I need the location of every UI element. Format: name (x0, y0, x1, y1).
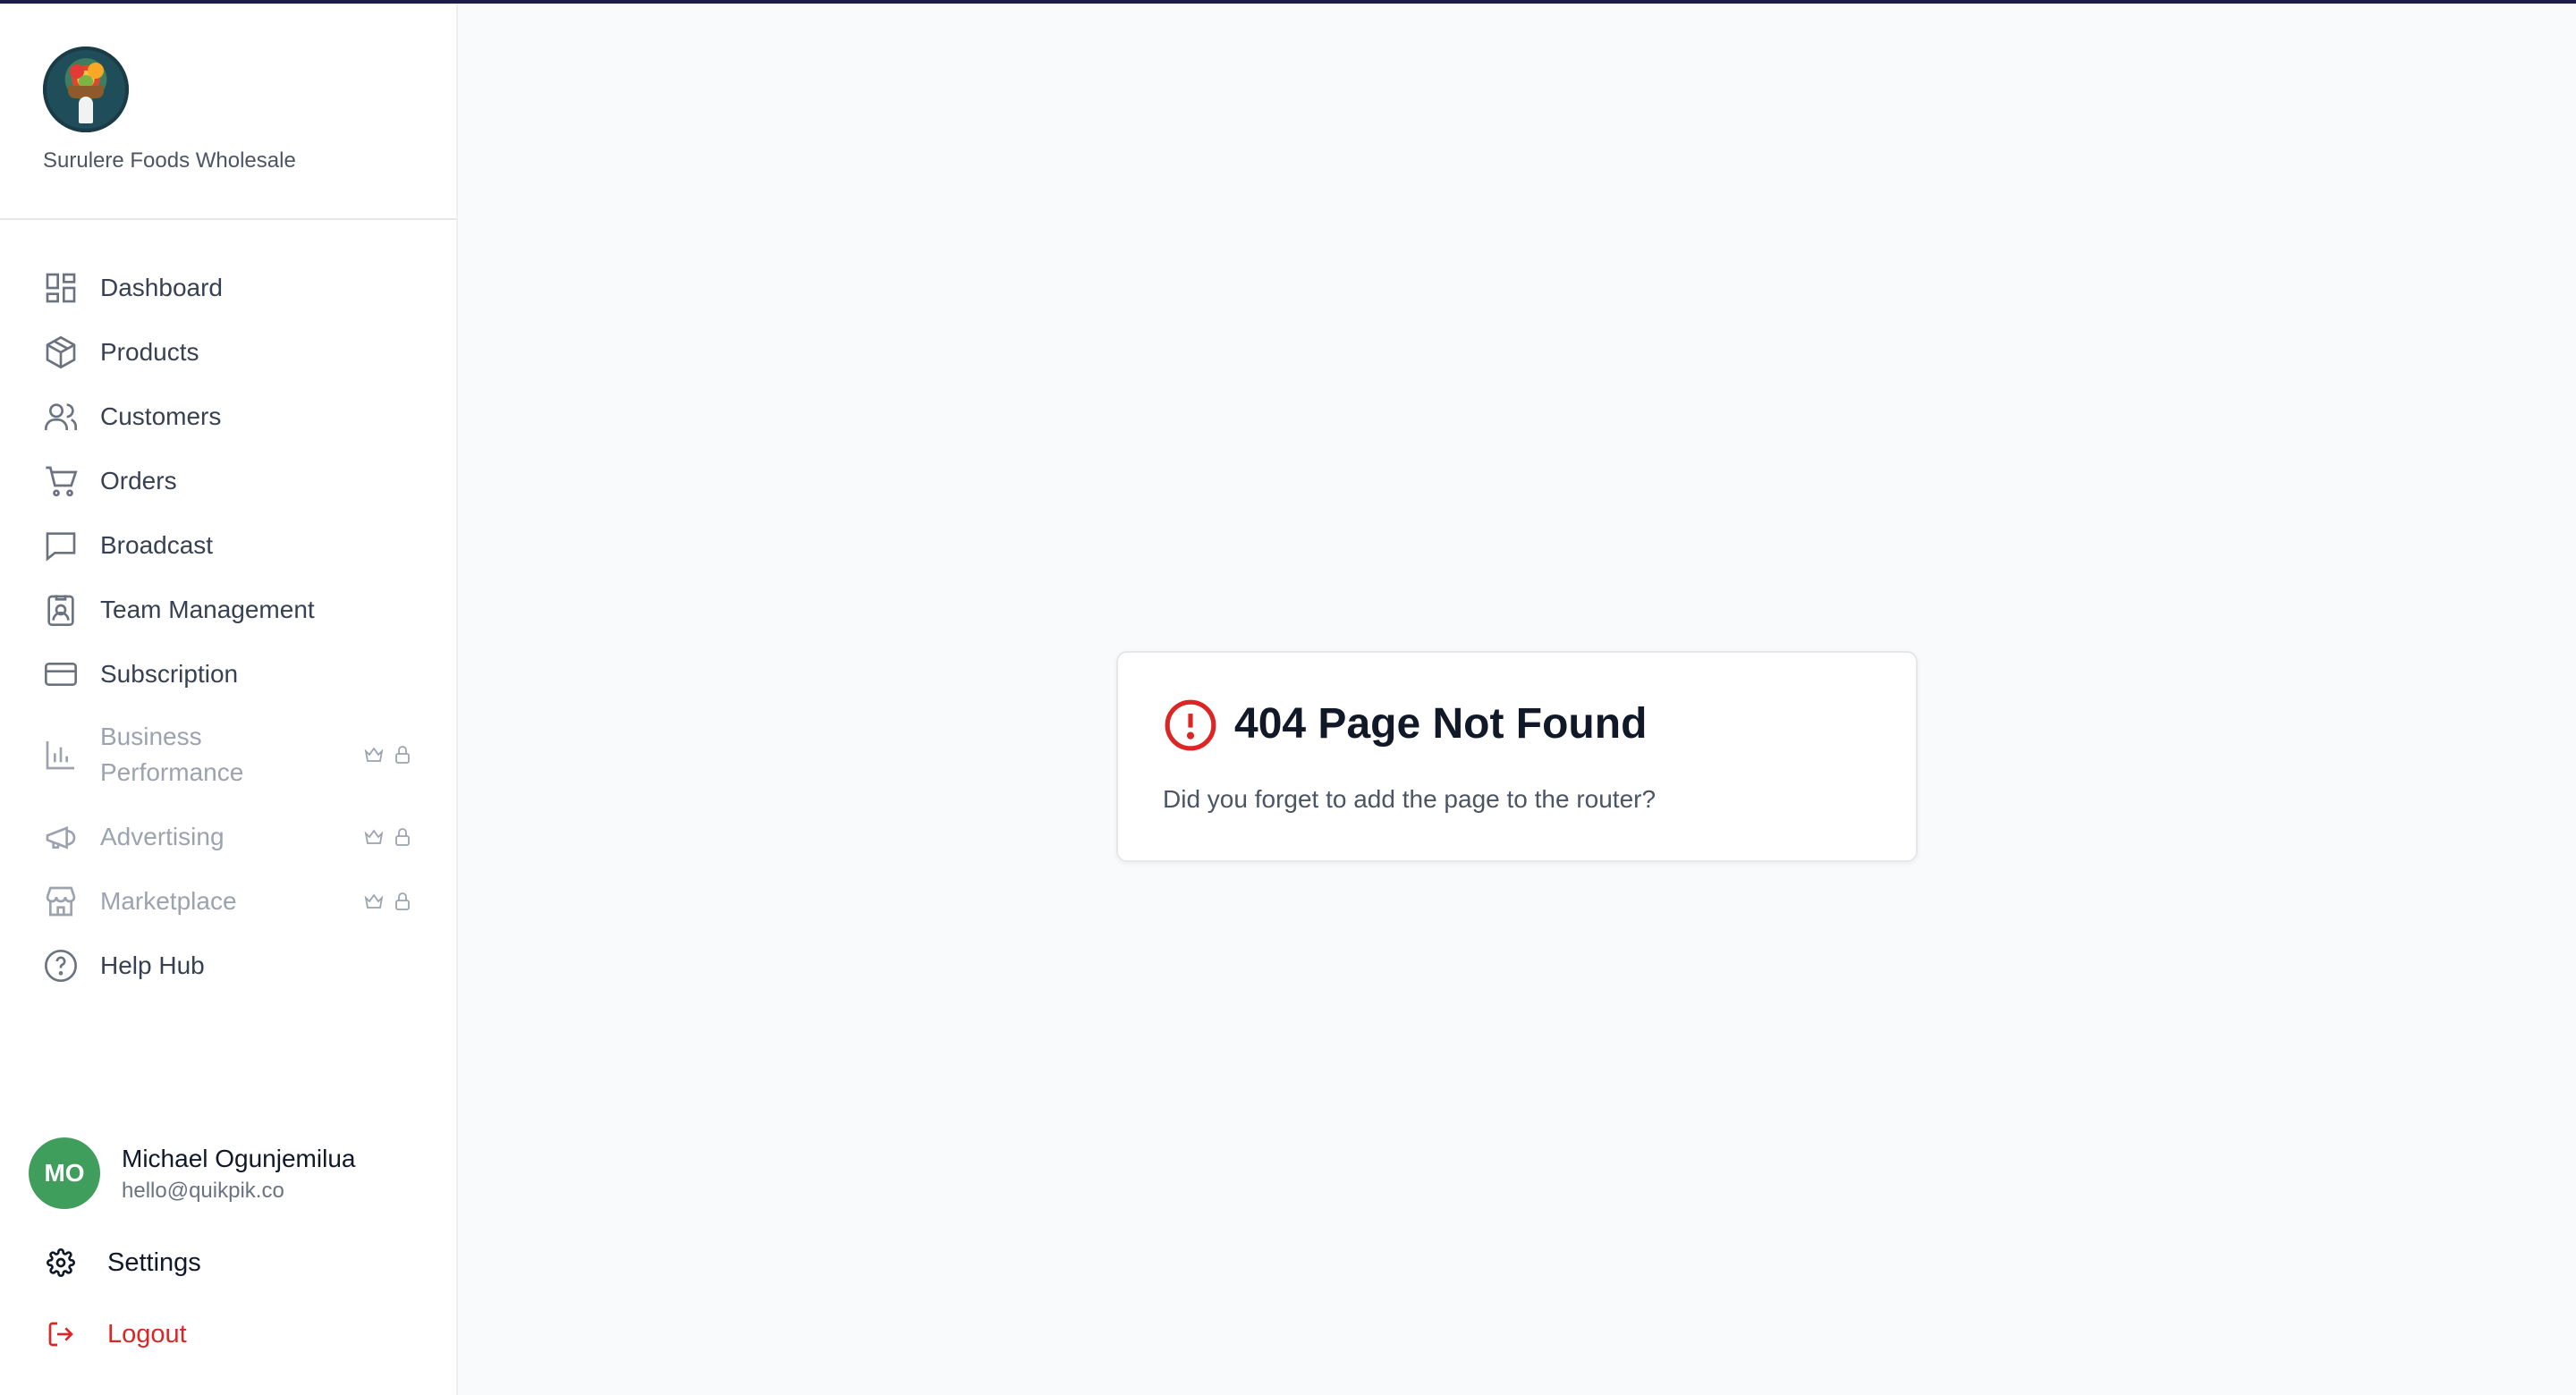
label-line-2: Performance (100, 758, 244, 786)
store-logo[interactable] (43, 46, 129, 132)
box-icon (43, 334, 79, 370)
crown-icon (364, 893, 384, 909)
lock-icon (395, 746, 410, 764)
sidebar-item-subscription[interactable]: Subscription (0, 647, 456, 701)
error-message: Did you forget to add the page to the ro… (1163, 785, 1657, 813)
user-name: Michael Ogunjemilua (122, 1145, 356, 1172)
premium-lock-badges (363, 826, 413, 848)
error-title: 404 Page Not Found (1234, 700, 1648, 748)
sidebar-item-label: Dashboard (100, 274, 223, 301)
brand-header: Surulere Foods Wholesale (0, 0, 456, 220)
sidebar-item-label: Orders (100, 467, 177, 495)
lock-icon (395, 892, 410, 910)
sidebar-item-label: Business Performance (100, 719, 243, 790)
sidebar-item-label: Help Hub (100, 951, 205, 979)
sidebar-item-help-hub[interactable]: Help Hub (0, 939, 456, 993)
sidebar-item-customers[interactable]: Customers (0, 390, 456, 444)
lock-icon (395, 828, 410, 846)
sidebar-item-label: Broadcast (100, 531, 214, 559)
alert-circle-icon (1163, 698, 1218, 753)
sidebar-item-orders[interactable]: Orders (0, 454, 456, 508)
storefront-icon (43, 884, 79, 919)
crown-icon (364, 747, 384, 762)
label-line-1: Business (100, 723, 202, 750)
store-name: Surulere Foods Wholesale (43, 148, 296, 173)
credit-card-icon (43, 656, 79, 692)
message-icon (43, 528, 79, 563)
bar-chart-icon (43, 737, 79, 773)
sidebar-item-business-performance[interactable]: Business Performance (0, 719, 456, 790)
logout-icon (47, 1320, 75, 1348)
sidebar-item-label: Marketplace (100, 887, 237, 915)
sidebar-item-advertising[interactable]: Advertising (0, 810, 456, 864)
sidebar-item-broadcast[interactable]: Broadcast (0, 519, 456, 572)
sidebar-item-dashboard[interactable]: Dashboard (0, 261, 456, 315)
logo-figure (79, 97, 93, 123)
user-profile[interactable]: MO Michael Ogunjemilua hello@quikpik.co (29, 1137, 440, 1209)
megaphone-icon (43, 819, 79, 855)
app-window: Surulere Foods Wholesale Dashboard Produ… (0, 0, 2576, 1395)
premium-lock-badges (363, 891, 413, 912)
sidebar-item-label: Products (100, 338, 199, 366)
id-badge-icon (43, 592, 79, 628)
settings-button[interactable]: Settings (43, 1238, 419, 1288)
error-card: 404 Page Not Found Did you forget to add… (1116, 651, 1918, 862)
gear-icon (47, 1248, 75, 1277)
logout-label: Logout (107, 1319, 187, 1348)
sidebar-item-marketplace[interactable]: Marketplace (0, 875, 456, 928)
users-icon (43, 399, 79, 435)
crown-icon (364, 829, 384, 844)
sidebar-item-label: Advertising (100, 823, 225, 850)
sidebar-item-label: Customers (100, 402, 222, 430)
sidebar-item-label: Subscription (100, 660, 239, 688)
sidebar-item-label: Team Management (100, 596, 315, 623)
top-accent-line (0, 0, 2576, 4)
logout-button[interactable]: Logout (43, 1309, 419, 1359)
dashboard-icon (43, 270, 79, 306)
sidebar-item-team-management[interactable]: Team Management (0, 583, 456, 637)
sidebar: Surulere Foods Wholesale Dashboard Produ… (0, 0, 458, 1395)
help-circle-icon (43, 948, 79, 984)
user-email: hello@quikpik.co (122, 1179, 284, 1203)
premium-lock-badges (363, 744, 413, 765)
cart-icon (43, 463, 79, 499)
sidebar-item-products[interactable]: Products (0, 326, 456, 379)
avatar: MO (29, 1137, 100, 1209)
settings-label: Settings (107, 1247, 201, 1277)
